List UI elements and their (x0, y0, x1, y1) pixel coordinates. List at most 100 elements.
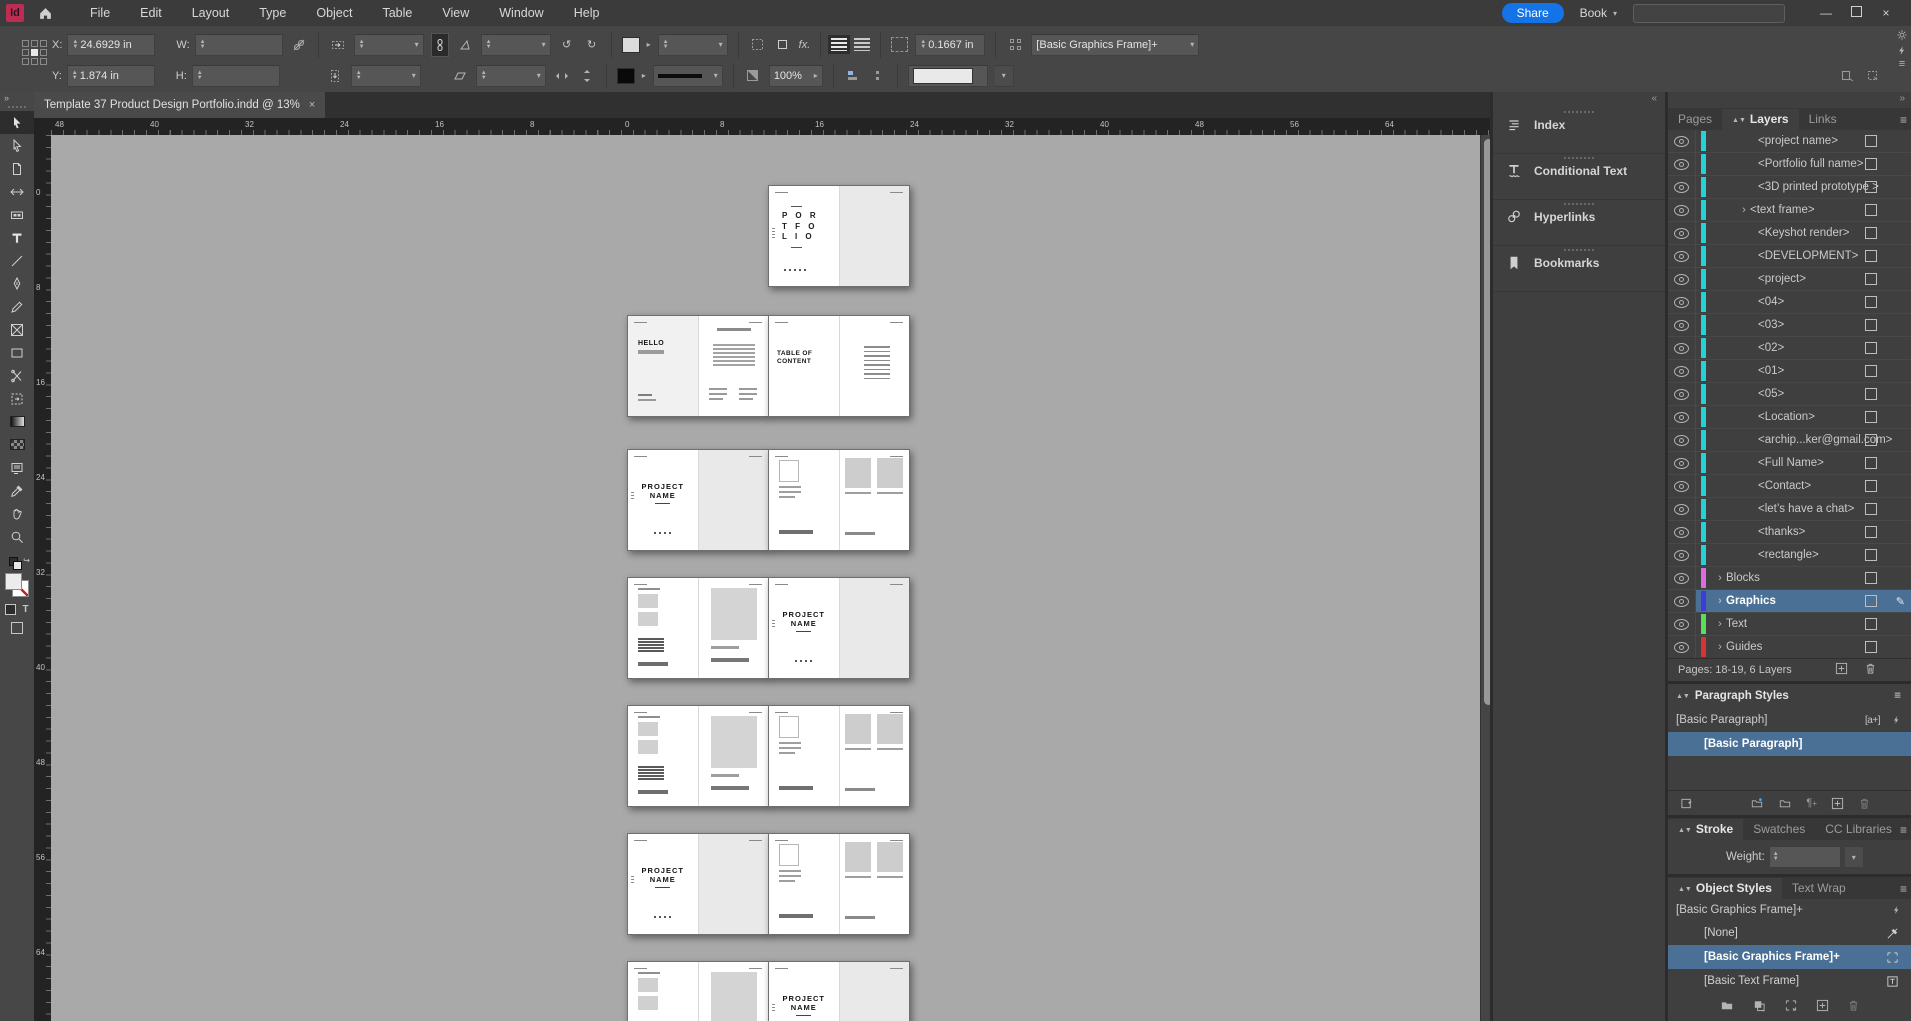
rectangle-tool-icon[interactable] (0, 341, 34, 364)
tools-panel-grip[interactable] (8, 106, 26, 108)
layer-row[interactable]: <02> (1668, 337, 1911, 360)
spread-page[interactable] (839, 316, 910, 416)
search-input[interactable] (1633, 4, 1785, 23)
swap-fill-stroke-icon[interactable]: ↪ (0, 556, 34, 570)
layer-row[interactable]: <04> (1668, 291, 1911, 314)
object-style-row[interactable]: [Basic Graphics Frame]+ (1668, 945, 1911, 969)
maximize-button[interactable] (1841, 0, 1871, 26)
document-spread[interactable] (627, 705, 769, 807)
document-spread[interactable] (627, 961, 769, 1021)
proxy-cell[interactable] (22, 49, 29, 56)
spread-page[interactable]: P O RT F OL I O (769, 186, 839, 286)
layers-panel-menu-icon[interactable]: ≡ (1900, 113, 1907, 127)
visibility-eye-icon[interactable] (1674, 366, 1689, 377)
layer-eye-cell[interactable] (1668, 613, 1696, 635)
spread-page[interactable] (839, 578, 910, 678)
object-style-row[interactable]: [Basic Text Frame] (1668, 969, 1911, 993)
spread-page[interactable] (698, 578, 769, 678)
gap-tool-icon[interactable] (0, 180, 34, 203)
object-style-row[interactable]: [None] (1668, 921, 1911, 945)
visibility-eye-icon[interactable] (1674, 274, 1689, 285)
layer-row[interactable]: <thanks> (1668, 521, 1911, 544)
stroke-tab-cc-libraries[interactable]: CC Libraries (1815, 819, 1902, 840)
layer-eye-cell[interactable] (1668, 452, 1696, 474)
spread-page[interactable] (839, 450, 910, 550)
layer-row[interactable]: <01> (1668, 360, 1911, 383)
new-layer-icon[interactable] (1835, 662, 1848, 675)
expand-chevron-icon[interactable]: › (1714, 572, 1726, 584)
import-options-icon[interactable] (1838, 67, 1856, 85)
panel-button-grip[interactable] (1564, 157, 1594, 159)
rotate-ccw-icon[interactable]: ↺ (558, 36, 576, 54)
rotation-angle-field[interactable]: ▲▼▾ (481, 34, 551, 56)
line-tool-icon[interactable] (0, 249, 34, 272)
layer-eye-cell[interactable] (1668, 567, 1696, 589)
layers-tab-layers[interactable]: ▲▼Layers (1722, 109, 1799, 130)
proxy-cell[interactable] (40, 58, 47, 65)
proxy-cell[interactable] (31, 49, 38, 56)
effects-button[interactable]: fx. (799, 39, 811, 51)
spread-page[interactable] (698, 706, 769, 806)
layer-target-square[interactable] (1865, 641, 1877, 653)
visibility-eye-icon[interactable] (1674, 389, 1689, 400)
layer-row[interactable]: <project> (1668, 268, 1911, 291)
proxy-cell[interactable] (22, 58, 29, 65)
w-field[interactable]: ▲▼ (195, 34, 283, 56)
layer-row[interactable]: ›Text (1668, 613, 1911, 636)
layer-row[interactable]: <Contact> (1668, 475, 1911, 498)
object-style-folder-icon[interactable] (1720, 999, 1734, 1011)
style-preview-arrow[interactable]: ▾ (995, 65, 1014, 87)
layer-eye-cell[interactable] (1668, 291, 1696, 313)
visibility-eye-icon[interactable] (1674, 159, 1689, 170)
paragraph-style-row[interactable]: [Basic Paragraph] (1668, 732, 1911, 756)
spread-page[interactable] (698, 834, 769, 934)
document-spread[interactable] (768, 449, 910, 551)
clear-attributes-icon[interactable] (1784, 999, 1798, 1012)
visibility-eye-icon[interactable] (1674, 504, 1689, 515)
align-objects-icon[interactable] (844, 67, 862, 85)
h-field[interactable]: ▲▼ (192, 65, 280, 87)
expand-chevron-icon[interactable]: › (1738, 204, 1750, 216)
menu-object[interactable]: Object (301, 0, 367, 26)
text-wrap-none-icon[interactable] (831, 38, 847, 51)
layer-target-square[interactable] (1865, 618, 1877, 630)
spread-page[interactable] (839, 706, 910, 806)
stroke-weight-field[interactable]: ▲▼ (1769, 846, 1841, 868)
direct-selection-tool-icon[interactable] (0, 134, 34, 157)
spread-page[interactable]: PROJECTNAME (628, 450, 698, 550)
fill-swatch[interactable] (622, 37, 640, 53)
panel-button-bookmarks[interactable]: Bookmarks (1493, 249, 1665, 292)
proxy-cell[interactable] (31, 58, 38, 65)
document-spread[interactable]: P O RT F OL I O (768, 185, 910, 287)
proxy-cell[interactable] (40, 40, 47, 47)
style-override-icon[interactable]: [a+] (1865, 715, 1880, 726)
menu-window[interactable]: Window (484, 0, 558, 26)
layer-eye-cell[interactable] (1668, 475, 1696, 497)
note-tool-icon[interactable] (0, 456, 34, 479)
text-wrap-bounding-icon[interactable] (854, 38, 870, 51)
visibility-eye-icon[interactable] (1674, 619, 1689, 630)
menu-view[interactable]: View (427, 0, 484, 26)
spread-page[interactable] (628, 578, 698, 678)
layer-target-square[interactable] (1865, 227, 1877, 239)
expand-chevron-icon[interactable]: › (1714, 595, 1726, 607)
fill-stroke-indicator[interactable] (0, 570, 34, 600)
spread-page[interactable] (839, 962, 910, 1021)
document-spread[interactable]: TABLE OFCONTENT (768, 315, 910, 417)
frame-fitting-icon[interactable] (891, 37, 908, 52)
tools-panel-expand-icon[interactable]: » (0, 92, 34, 105)
layer-row[interactable]: <05> (1668, 383, 1911, 406)
layer-target-square[interactable] (1865, 526, 1877, 538)
layer-eye-cell[interactable] (1668, 406, 1696, 428)
layer-target-square[interactable] (1865, 365, 1877, 377)
menu-type[interactable]: Type (244, 0, 301, 26)
visibility-eye-icon[interactable] (1674, 343, 1689, 354)
create-style-icon[interactable] (1831, 797, 1844, 810)
menu-file[interactable]: File (75, 0, 125, 26)
zoom-tool-icon[interactable] (0, 525, 34, 548)
paragraph-styles-header[interactable]: ▲▼ Paragraph Styles ≡ (1668, 684, 1911, 708)
panel-button-grip[interactable] (1564, 249, 1594, 251)
x-field[interactable]: ▲▼24.6929 in (67, 34, 155, 56)
home-icon[interactable] (38, 6, 53, 21)
layer-row[interactable]: <project name> (1668, 130, 1911, 153)
